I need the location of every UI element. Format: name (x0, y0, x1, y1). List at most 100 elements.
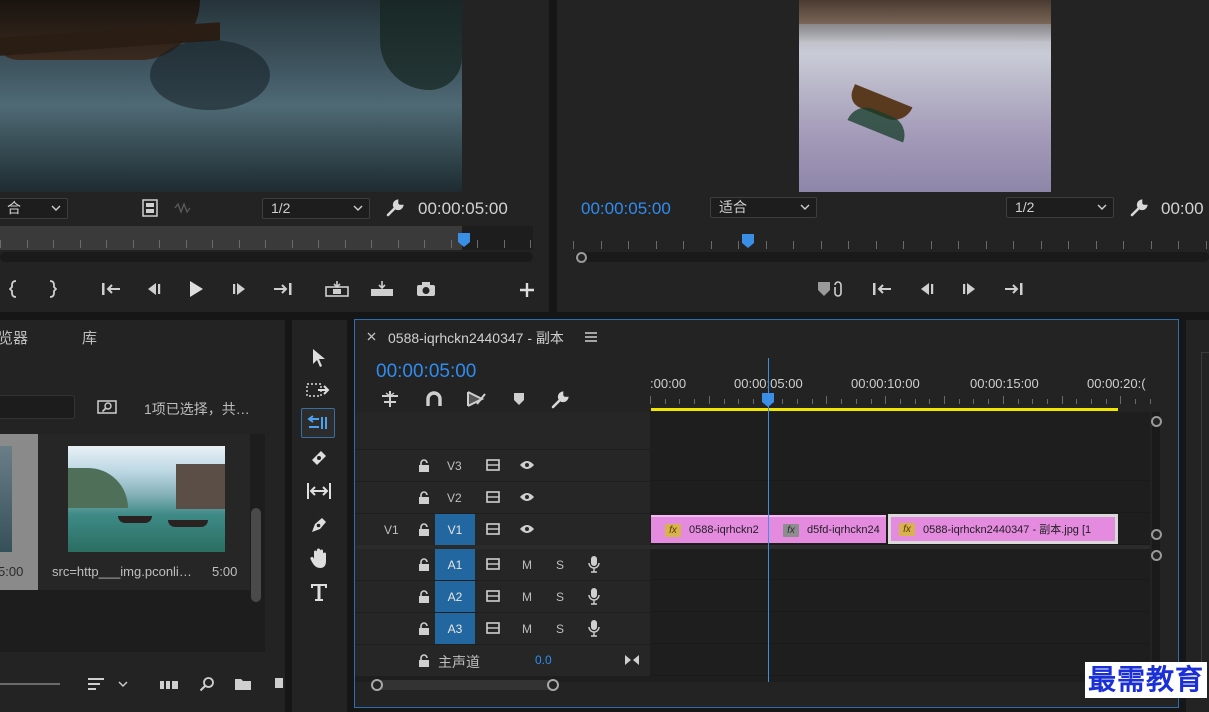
tab-media-browser[interactable]: 览器 (0, 327, 28, 348)
panel-menu-icon[interactable] (583, 329, 599, 345)
project-search-input[interactable] (0, 395, 75, 419)
clip-3-selected[interactable]: fx 0588-iqrhckn2440347 - 副本.jpg [1 (888, 514, 1118, 544)
film-strip-icon[interactable] (141, 198, 159, 218)
eye-icon[interactable] (518, 458, 536, 472)
sync-lock-icon[interactable] (485, 490, 501, 504)
wrench-icon[interactable] (549, 389, 571, 411)
go-to-in-icon[interactable] (99, 278, 123, 300)
track-target-a3[interactable]: A3 (435, 613, 475, 644)
play-icon[interactable] (185, 278, 207, 300)
new-bin-icon[interactable] (232, 675, 254, 693)
master-volume-value[interactable]: 0.0 (535, 653, 552, 667)
program-current-timecode[interactable]: 00:00:05:00 (581, 199, 671, 219)
program-zoom-bar[interactable] (575, 252, 1209, 262)
microphone-icon[interactable] (587, 619, 601, 637)
track-target-v1[interactable]: V1 (435, 514, 475, 545)
tab-libraries[interactable]: 库 (82, 327, 97, 348)
wrench-icon[interactable] (1128, 197, 1150, 219)
timeline-zoom-bar[interactable] (372, 680, 556, 690)
solo-button[interactable]: S (556, 558, 564, 572)
icon-size-slider[interactable] (0, 683, 60, 685)
go-to-out-icon[interactable] (271, 278, 295, 300)
program-playhead[interactable] (741, 233, 755, 249)
lock-icon[interactable] (417, 490, 431, 506)
program-zoom-handle[interactable] (576, 252, 587, 263)
step-forward-icon[interactable] (229, 278, 251, 300)
wrench-icon[interactable] (384, 197, 406, 219)
video-scroll-handle-top[interactable] (1151, 416, 1162, 427)
track-target-a2[interactable]: A2 (435, 581, 475, 612)
nest-sequence-icon[interactable] (379, 389, 401, 409)
video-scroll-handle-bottom[interactable] (1151, 529, 1162, 540)
insert-icon[interactable] (323, 278, 351, 300)
audio-waveform-icon[interactable] (172, 200, 192, 216)
eye-icon[interactable] (518, 522, 536, 536)
add-marker-icon[interactable] (510, 390, 528, 408)
source-patch-v1[interactable]: V1 (384, 523, 399, 537)
microphone-icon[interactable] (587, 587, 601, 605)
program-time-ruler[interactable] (573, 232, 1209, 250)
source-zoom-bar[interactable] (0, 252, 533, 262)
type-tool-icon[interactable] (306, 580, 332, 604)
project-scrollbar[interactable] (251, 508, 261, 602)
lock-icon[interactable] (417, 621, 431, 637)
timeline-playhead-timecode[interactable]: 00:00:05:00 (376, 361, 476, 383)
source-resolution-dropdown[interactable]: 1/2 (262, 198, 370, 219)
linked-selection-icon[interactable] (464, 389, 488, 409)
find-icon[interactable] (197, 675, 217, 693)
lock-icon[interactable] (417, 522, 431, 538)
work-area-bar[interactable] (651, 408, 1118, 411)
razor-tool-icon[interactable] (306, 446, 332, 470)
go-to-end-icon[interactable] (623, 652, 641, 668)
chevron-down-icon[interactable] (116, 678, 130, 690)
clip-2[interactable]: fx d5fd-iqrhckn24 (769, 515, 886, 543)
timeline-time-ruler[interactable]: :00:00 00:00:05:00 00:00:10:00 00:00:15:… (650, 358, 1151, 411)
track-target-a1[interactable]: A1 (435, 549, 475, 580)
sync-lock-icon[interactable] (485, 621, 501, 635)
timeline-vertical-scrollbar[interactable] (1152, 412, 1160, 682)
add-marker-icon[interactable] (815, 278, 845, 300)
go-to-in-icon[interactable] (870, 278, 894, 300)
zoom-handle-left[interactable] (371, 679, 383, 691)
hand-tool-icon[interactable] (306, 546, 332, 570)
overwrite-icon[interactable] (368, 278, 396, 300)
mute-button[interactable]: M (522, 622, 532, 636)
ripple-edit-tool-icon[interactable] (301, 408, 335, 438)
eye-icon[interactable] (518, 490, 536, 504)
source-fit-dropdown[interactable]: 合 (0, 198, 68, 219)
solo-button[interactable]: S (556, 622, 564, 636)
sync-lock-icon[interactable] (485, 557, 501, 571)
zoom-handle-right[interactable] (547, 679, 559, 691)
automate-to-sequence-icon[interactable] (157, 676, 181, 694)
track-select-tool-icon[interactable] (304, 378, 332, 402)
sync-lock-icon[interactable] (485, 589, 501, 603)
snap-magnet-icon[interactable] (423, 389, 445, 409)
microphone-icon[interactable] (587, 555, 601, 573)
sort-icon[interactable] (85, 675, 107, 693)
add-button-icon[interactable] (516, 279, 538, 301)
sync-lock-icon[interactable] (485, 458, 501, 472)
program-fit-dropdown[interactable]: 适合 (710, 197, 817, 218)
camera-icon[interactable] (414, 278, 438, 300)
selection-tool-icon[interactable] (306, 346, 332, 370)
program-resolution-dropdown[interactable]: 1/2 (1006, 197, 1114, 218)
project-item-tile-2[interactable]: src=http___img.pconli… 5:00 (38, 434, 250, 590)
source-time-ruler[interactable] (0, 226, 533, 250)
solo-button[interactable]: S (556, 590, 564, 604)
lock-icon[interactable] (417, 589, 431, 605)
mute-button[interactable]: M (522, 558, 532, 572)
clip-1[interactable]: fx 0588-iqrhckn2 (651, 515, 769, 543)
pen-tool-icon[interactable] (306, 513, 332, 537)
go-to-out-icon[interactable] (1002, 278, 1026, 300)
search-bin-icon[interactable] (96, 397, 118, 417)
step-back-icon[interactable] (142, 278, 164, 300)
source-playhead[interactable] (457, 232, 471, 248)
new-item-icon[interactable] (271, 675, 285, 693)
sequence-tab[interactable]: 0588-iqrhckn2440347 - 副本 (388, 328, 564, 348)
project-item-tile-1[interactable]: 5:00 (0, 434, 38, 590)
step-forward-icon[interactable] (959, 278, 981, 300)
mark-out-icon[interactable] (44, 278, 60, 300)
mark-in-icon[interactable] (6, 278, 22, 300)
lock-icon[interactable] (417, 458, 431, 474)
audio-scroll-handle-top[interactable] (1151, 550, 1162, 561)
